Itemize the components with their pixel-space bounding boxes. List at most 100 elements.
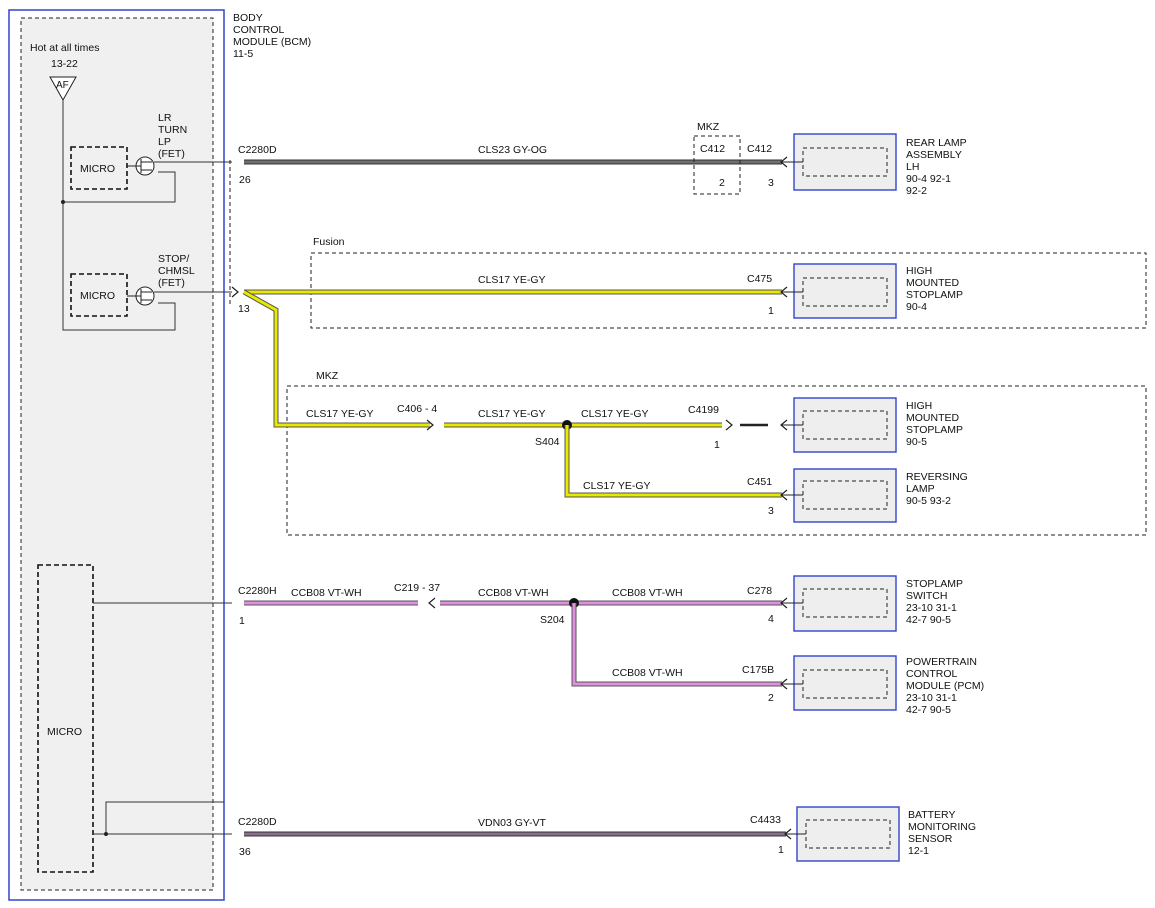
- high-mounted-stoplamp-fusion: HIGH MOUNTED STOPLAMP 90-4: [782, 263, 963, 319]
- svg-text:TURN: TURN: [158, 124, 187, 136]
- high-mounted-stoplamp-mkz: HIGH MOUNTED STOPLAMP 90-5: [782, 397, 963, 453]
- svg-text:S404: S404: [535, 436, 560, 448]
- svg-text:(FET): (FET): [158, 148, 185, 160]
- svg-text:CLS17 YE-GY: CLS17 YE-GY: [478, 408, 546, 420]
- svg-text:92-2: 92-2: [906, 185, 927, 197]
- svg-text:CCB08 VT-WH: CCB08 VT-WH: [478, 587, 549, 599]
- svg-text:C475: C475: [747, 273, 772, 285]
- battery-monitoring-sensor: BATTERY MONITORING SENSOR 12-1: [786, 806, 976, 862]
- svg-text:REVERSING: REVERSING: [906, 471, 968, 483]
- svg-text:C4433: C4433: [750, 814, 781, 826]
- micro-label-2: MICRO: [80, 290, 115, 302]
- svg-text:90-5 93-2: 90-5 93-2: [906, 495, 951, 507]
- svg-text:S204: S204: [540, 614, 565, 626]
- svg-text:C412: C412: [747, 143, 772, 155]
- svg-text:1: 1: [768, 305, 774, 317]
- svg-text:C2280D: C2280D: [238, 144, 277, 156]
- svg-text:REAR LAMP: REAR LAMP: [906, 137, 967, 149]
- svg-text:LR: LR: [158, 112, 172, 124]
- wiring-diagram: BODY CONTROL MODULE (BCM) 11-5 Hot at al…: [8, 9, 1147, 901]
- fusion-group-label: Fusion: [313, 236, 345, 248]
- svg-text:90-5: 90-5: [906, 436, 927, 448]
- svg-text:2: 2: [768, 692, 774, 704]
- svg-text:CHMSL: CHMSL: [158, 265, 195, 277]
- svg-text:CONTROL: CONTROL: [233, 24, 284, 36]
- svg-text:C219 - 37: C219 - 37: [394, 582, 440, 594]
- svg-text:1: 1: [714, 439, 720, 451]
- svg-text:CONTROL: CONTROL: [906, 668, 957, 680]
- powertrain-control-module: POWERTRAIN CONTROL MODULE (PCM) 23-10 31…: [782, 655, 984, 716]
- svg-text:(FET): (FET): [158, 277, 185, 289]
- circuit-cls17-fusion: 13 CLS17 YE-GY C475 1: [238, 273, 782, 428]
- svg-text:C2280D: C2280D: [238, 816, 277, 828]
- svg-text:STOPLAMP: STOPLAMP: [906, 578, 963, 590]
- svg-text:CLS17 YE-GY: CLS17 YE-GY: [306, 408, 374, 420]
- svg-text:BODY: BODY: [233, 12, 263, 24]
- svg-text:CLS23 GY-OG: CLS23 GY-OG: [478, 144, 547, 156]
- connector-arrow-icon: [231, 156, 792, 840]
- svg-text:STOPLAMP: STOPLAMP: [906, 289, 963, 301]
- rear-lamp-assembly-lh: REAR LAMP ASSEMBLY LH 90-4 92-1 92-2: [782, 133, 967, 197]
- mkz-group-label: MKZ: [316, 370, 339, 382]
- svg-text:1: 1: [778, 844, 784, 856]
- circuit-cls23: C2280D 26 CLS23 GY-OG MKZ C412 2 C412 3: [238, 121, 782, 195]
- svg-text:CLS17 YE-GY: CLS17 YE-GY: [478, 274, 546, 286]
- svg-text:CCB08 VT-WH: CCB08 VT-WH: [291, 587, 362, 599]
- circuit-vdn03: C2280D 36 VDN03 GY-VT C4433 1: [238, 814, 786, 858]
- svg-text:LP: LP: [158, 136, 171, 148]
- svg-text:36: 36: [239, 846, 251, 858]
- svg-text:MOUNTED: MOUNTED: [906, 277, 959, 289]
- svg-text:11-5: 11-5: [233, 48, 253, 60]
- svg-text:90-4 92-1: 90-4 92-1: [906, 173, 951, 185]
- svg-text:CLS17 YE-GY: CLS17 YE-GY: [583, 480, 651, 492]
- svg-text:3: 3: [768, 505, 774, 517]
- micro-label-3: MICRO: [47, 726, 82, 738]
- svg-text:4: 4: [768, 613, 774, 625]
- svg-text:SENSOR: SENSOR: [908, 833, 953, 845]
- circuit-ccb08-pcm: CCB08 VT-WH C175B 2: [571, 603, 782, 704]
- svg-text:42-7 90-5: 42-7 90-5: [906, 704, 951, 716]
- svg-text:HIGH: HIGH: [906, 265, 932, 277]
- svg-text:23-10 31-1: 23-10 31-1: [906, 602, 957, 614]
- svg-text:CCB08 VT-WH: CCB08 VT-WH: [612, 667, 683, 679]
- svg-text:LAMP: LAMP: [906, 483, 935, 495]
- stoplamp-switch: STOPLAMP SWITCH 23-10 31-1 42-7 90-5: [782, 575, 963, 632]
- svg-text:BATTERY: BATTERY: [908, 809, 955, 821]
- svg-text:13: 13: [238, 303, 250, 315]
- svg-text:C406 - 4: C406 - 4: [397, 403, 437, 415]
- svg-text:VDN03 GY-VT: VDN03 GY-VT: [478, 817, 546, 829]
- svg-text:26: 26: [239, 174, 251, 186]
- svg-text:CCB08 VT-WH: CCB08 VT-WH: [612, 587, 683, 599]
- svg-text:C278: C278: [747, 585, 772, 597]
- bcm-junction-dot: [61, 200, 65, 204]
- svg-text:12-1: 12-1: [908, 845, 929, 857]
- svg-text:HIGH: HIGH: [906, 400, 932, 412]
- svg-text:C2280H: C2280H: [238, 585, 277, 597]
- reversing-lamp: REVERSING LAMP 90-5 93-2: [782, 468, 968, 523]
- svg-text:POWERTRAIN: POWERTRAIN: [906, 656, 977, 668]
- svg-text:MKZ: MKZ: [697, 121, 720, 133]
- svg-text:C412: C412: [700, 143, 725, 155]
- fuse-reference: 13-22: [51, 58, 78, 70]
- svg-text:MONITORING: MONITORING: [908, 821, 976, 833]
- svg-text:MODULE (BCM): MODULE (BCM): [233, 36, 311, 48]
- svg-text:LH: LH: [906, 161, 919, 173]
- micro-label-1: MICRO: [80, 163, 115, 175]
- svg-text:42-7 90-5: 42-7 90-5: [906, 614, 951, 626]
- circuit-ccb08-switch: C2280H 1 CCB08 VT-WH C219 - 37 CCB08 VT-…: [238, 582, 782, 627]
- svg-text:C451: C451: [747, 476, 772, 488]
- svg-text:ASSEMBLY: ASSEMBLY: [906, 149, 962, 161]
- svg-text:SWITCH: SWITCH: [906, 590, 947, 602]
- fuse-code: AF: [56, 80, 69, 91]
- svg-text:MOUNTED: MOUNTED: [906, 412, 959, 424]
- svg-text:STOPLAMP: STOPLAMP: [906, 424, 963, 436]
- svg-text:3: 3: [768, 177, 774, 189]
- svg-text:C4199: C4199: [688, 404, 719, 416]
- svg-text:23-10 31-1: 23-10 31-1: [906, 692, 957, 704]
- bcm-junction-dot: [104, 832, 108, 836]
- svg-text:1: 1: [239, 615, 245, 627]
- bcm-title: BODY CONTROL MODULE (BCM) 11-5: [233, 12, 311, 60]
- svg-text:2: 2: [719, 177, 725, 189]
- svg-text:CLS17 YE-GY: CLS17 YE-GY: [581, 408, 649, 420]
- hot-at-all-times-label: Hot at all times: [30, 42, 99, 54]
